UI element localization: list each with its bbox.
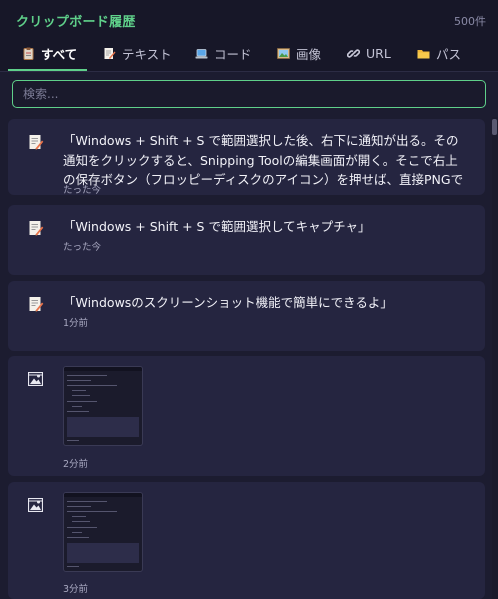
title-bar: クリップボード履歴 500件 <box>0 0 498 38</box>
tab-text[interactable]: テキスト <box>103 38 172 69</box>
link-icon <box>346 47 361 60</box>
clip-time: 2分前 <box>63 459 89 470</box>
image-thumbnail <box>63 492 143 572</box>
clip-text: 「Windowsのスクリーンショット機能で簡単にできるよ」 <box>63 295 393 310</box>
tab-path[interactable]: パス <box>417 38 461 69</box>
image-icon <box>27 497 44 513</box>
clip-text: 「Windows + Shift + S で範囲選択した後、右下に通知が出る。そ… <box>63 133 464 187</box>
clip-time: 1分前 <box>63 318 89 329</box>
tab-text-label: テキスト <box>122 47 172 62</box>
clipboard-item-text[interactable]: 「Windowsのスクリーンショット機能で簡単にできるよ」 1分前 <box>8 281 485 351</box>
clipboard-icon <box>22 47 35 60</box>
clipboard-item-text[interactable]: 「Windows + Shift + S で範囲選択した後、右下に通知が出る。そ… <box>8 119 485 195</box>
tab-bar: すべて テキスト コード 画像 URL パス <box>0 38 498 72</box>
scrollbar-track[interactable] <box>492 117 498 599</box>
memo-icon <box>28 134 44 151</box>
image-thumbnail <box>63 366 143 446</box>
tab-image-label: 画像 <box>296 47 322 62</box>
clip-time: 3分前 <box>63 584 89 595</box>
tab-code-label: コード <box>214 47 252 62</box>
tab-path-label: パス <box>436 47 462 62</box>
search-input[interactable] <box>12 80 486 108</box>
scrollbar-thumb[interactable] <box>492 119 497 135</box>
clip-time: たった今 <box>63 242 102 253</box>
tab-image[interactable]: 画像 <box>277 38 321 69</box>
memo-icon <box>28 296 44 313</box>
clipboard-item-text[interactable]: 「Windows + Shift + S で範囲選択してキャプチャ」 たった今 <box>8 205 485 275</box>
tab-code[interactable]: コード <box>195 38 252 69</box>
app-title: クリップボード履歴 <box>16 15 136 30</box>
clipboard-item-image[interactable]: 2分前 <box>8 356 485 476</box>
item-count: 500件 <box>454 15 486 28</box>
active-tab-indicator <box>8 69 87 71</box>
tab-url-label: URL <box>366 46 391 61</box>
memo-icon <box>103 47 116 60</box>
clip-time: たった今 <box>63 185 102 195</box>
clipboard-item-image[interactable]: 3分前 <box>8 482 485 599</box>
image-icon <box>27 371 44 387</box>
laptop-icon <box>195 47 208 60</box>
clipboard-list: 「Windows + Shift + S で範囲選択した後、右下に通知が出る。そ… <box>0 117 492 599</box>
tab-all-label: すべて <box>41 47 78 62</box>
picture-icon <box>277 47 290 60</box>
memo-icon <box>28 220 44 237</box>
folder-icon <box>417 47 430 60</box>
tab-all[interactable]: すべて <box>22 38 77 69</box>
clip-text: 「Windows + Shift + S で範囲選択してキャプチャ」 <box>63 219 371 234</box>
tab-url[interactable]: URL <box>346 38 391 69</box>
clipboard-history-window: クリップボード履歴 500件 すべて テキスト コード 画像 URL パス 検索… <box>0 0 498 599</box>
